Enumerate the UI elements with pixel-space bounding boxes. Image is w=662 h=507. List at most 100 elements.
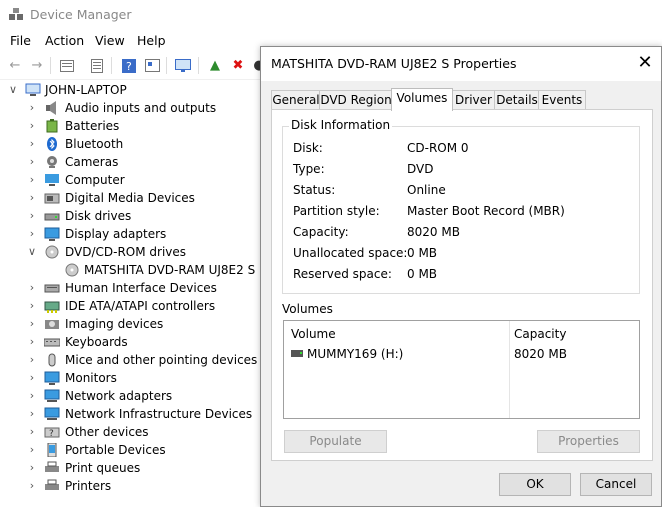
chevron-right-icon[interactable]: ›: [27, 281, 37, 295]
device-manager-icon: [9, 8, 23, 20]
chevron-down-icon[interactable]: ∨: [8, 83, 18, 97]
tree-item-disk-drives[interactable]: › Disk drives: [0, 208, 262, 226]
window-titlebar: Device Manager: [0, 0, 662, 30]
tab-events[interactable]: Events: [538, 90, 586, 110]
column-header-volume[interactable]: Volume: [291, 327, 336, 341]
chevron-right-icon[interactable]: ›: [27, 137, 37, 151]
tree-item-network-adapters[interactable]: › Network adapters: [0, 388, 262, 406]
properties-icon[interactable]: [58, 57, 76, 74]
dvd-drive-icon: [45, 245, 59, 259]
chevron-right-icon[interactable]: ›: [27, 101, 37, 115]
tree-item-label: Other devices: [65, 425, 149, 439]
help-icon[interactable]: ?: [120, 57, 138, 74]
chevron-right-icon[interactable]: ›: [27, 227, 37, 241]
menu-file[interactable]: File: [10, 33, 31, 48]
tree-item-portable[interactable]: › Portable Devices: [0, 442, 262, 460]
forward-icon[interactable]: →: [28, 57, 46, 74]
drive-icon: [291, 350, 303, 357]
disk-label: Disk:: [293, 141, 323, 155]
chevron-right-icon[interactable]: ›: [27, 191, 37, 205]
tree-item-display[interactable]: › Display adapters: [0, 226, 262, 244]
capacity-label: Capacity:: [293, 225, 349, 239]
tree-item-digital-media[interactable]: › Digital Media Devices: [0, 190, 262, 208]
unallocated-value: 0 MB: [407, 246, 438, 260]
tree-item-bluetooth[interactable]: › Bluetooth: [0, 136, 262, 154]
monitor-icon: [45, 174, 59, 186]
menu-view[interactable]: View: [95, 33, 125, 48]
capacity-value: 8020 MB: [407, 225, 460, 239]
chevron-right-icon[interactable]: ›: [27, 461, 37, 475]
volumes-list[interactable]: Volume Capacity MUMMY169 (H:) 8020 MB: [283, 320, 640, 419]
chevron-right-icon[interactable]: ›: [27, 389, 37, 403]
chevron-right-icon[interactable]: ›: [27, 173, 37, 187]
chevron-right-icon[interactable]: ›: [27, 479, 37, 493]
action-icon[interactable]: [143, 57, 161, 74]
chevron-right-icon[interactable]: ›: [27, 443, 37, 457]
tree-item-batteries[interactable]: › Batteries: [0, 118, 262, 136]
tab-driver[interactable]: Driver: [451, 90, 496, 110]
tree-item-ide[interactable]: › IDE ATA/ATAPI controllers: [0, 298, 262, 316]
tree-item-imaging[interactable]: › Imaging devices: [0, 316, 262, 334]
tree-root-label: JOHN-LAPTOP: [45, 83, 127, 97]
tree-item-network-infra[interactable]: › Network Infrastructure Devices: [0, 406, 262, 424]
tree-item-matshita[interactable]: MATSHITA DVD-RAM UJ8E2 S: [0, 262, 262, 280]
close-icon[interactable]: ✕: [633, 51, 657, 75]
populate-button[interactable]: Populate: [284, 430, 387, 453]
tree-item-keyboards[interactable]: › Keyboards: [0, 334, 262, 352]
menu-help[interactable]: Help: [137, 33, 166, 48]
tab-general[interactable]: General: [271, 90, 321, 110]
chevron-right-icon[interactable]: ›: [27, 425, 37, 439]
tree-item-print-queues[interactable]: › Print queues: [0, 460, 262, 478]
tree-item-label: IDE ATA/ATAPI controllers: [65, 299, 216, 313]
tree-item-computer[interactable]: › Computer: [0, 172, 262, 190]
menu-action[interactable]: Action: [45, 33, 84, 48]
unknown-device-icon: ?: [44, 427, 60, 439]
tab-volumes[interactable]: Volumes: [391, 88, 453, 111]
controller-icon: [44, 301, 60, 313]
back-icon[interactable]: ←: [6, 57, 24, 74]
display-adapter-icon: [44, 227, 60, 241]
dialog-titlebar: MATSHITA DVD-RAM UJ8E2 S Properties ✕: [261, 47, 661, 81]
uninstall-icon[interactable]: ✖: [229, 57, 247, 74]
print-queue-icon: [45, 461, 59, 472]
ok-button[interactable]: OK: [499, 473, 571, 496]
tree-item-hid[interactable]: › Human Interface Devices: [0, 280, 262, 298]
tree-item-other[interactable]: › ? Other devices: [0, 424, 262, 442]
tree-item-mice[interactable]: › Mice and other pointing devices: [0, 352, 262, 370]
chevron-right-icon[interactable]: ›: [27, 407, 37, 421]
chevron-right-icon[interactable]: ›: [27, 335, 37, 349]
chevron-right-icon[interactable]: ›: [27, 317, 37, 331]
toolbar-separator: [166, 57, 167, 74]
cancel-button[interactable]: Cancel: [580, 473, 652, 496]
status-label: Status:: [293, 183, 336, 197]
volume-capacity: 8020 MB: [514, 347, 567, 361]
chevron-down-icon[interactable]: ∨: [27, 245, 37, 259]
chevron-right-icon[interactable]: ›: [27, 371, 37, 385]
tree-item-monitors[interactable]: › Monitors: [0, 370, 262, 388]
scan-icon[interactable]: [174, 57, 192, 74]
tree-root[interactable]: ∨ JOHN-LAPTOP: [0, 82, 262, 100]
chevron-right-icon[interactable]: ›: [27, 353, 37, 367]
chevron-right-icon[interactable]: ›: [27, 209, 37, 223]
volume-properties-button[interactable]: Properties: [537, 430, 640, 453]
column-header-capacity[interactable]: Capacity: [514, 327, 566, 341]
show-hidden-icon[interactable]: [88, 57, 106, 74]
partition-style-label: Partition style:: [293, 204, 380, 218]
tab-dvd-region[interactable]: DVD Region: [319, 90, 393, 110]
tree-item-audio[interactable]: › Audio inputs and outputs: [0, 100, 262, 118]
partition-style-value: Master Boot Record (MBR): [407, 204, 565, 218]
computer-icon: [25, 83, 41, 96]
chevron-right-icon[interactable]: ›: [27, 299, 37, 313]
chevron-right-icon[interactable]: ›: [27, 119, 37, 133]
svg-text:?: ?: [49, 429, 54, 439]
status-value: Online: [407, 183, 446, 197]
update-driver-icon[interactable]: ▲: [206, 57, 224, 74]
tab-details[interactable]: Details: [494, 90, 540, 110]
tree-item-dvd[interactable]: ∨ DVD/CD-ROM drives: [0, 244, 262, 262]
svg-text:?: ?: [126, 60, 132, 73]
tree-item-label: MATSHITA DVD-RAM UJ8E2 S: [84, 263, 256, 277]
tree-item-cameras[interactable]: › Cameras: [0, 154, 262, 172]
tree-item-printers[interactable]: › Printers: [0, 478, 262, 496]
table-row[interactable]: MUMMY169 (H:) 8020 MB: [284, 345, 639, 363]
chevron-right-icon[interactable]: ›: [27, 155, 37, 169]
